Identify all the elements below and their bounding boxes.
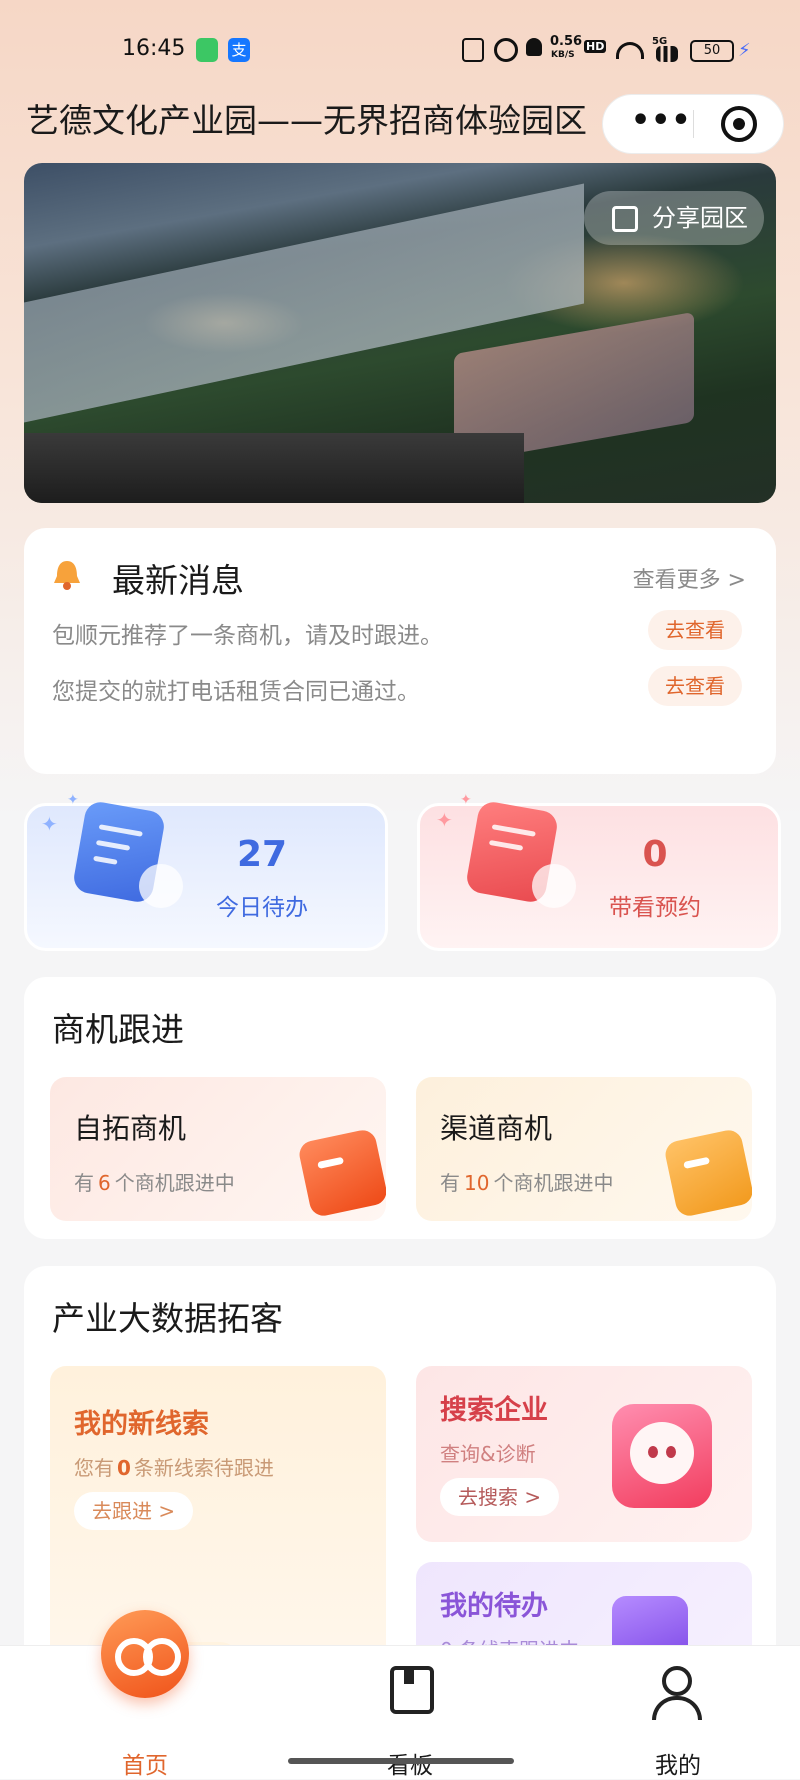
mini-program-capsule: ••• (602, 94, 784, 154)
tasks-title: 我的待办 (440, 1591, 548, 1622)
network-speed-unit: KB/S (551, 50, 575, 60)
tab-mine-label: 我的 (655, 1753, 701, 1779)
channel-opportunity-tile[interactable]: 渠道商机 有 10 个商机跟进中 (416, 1077, 752, 1221)
battery-level: 50 (703, 43, 721, 58)
network-speed: 0.56 (550, 34, 583, 49)
news-title: 最新消息 (112, 561, 244, 600)
view-more-link[interactable]: 查看更多 > (633, 562, 746, 594)
status-time: 16:45 (122, 36, 186, 61)
close-miniprogram-icon[interactable] (721, 106, 757, 142)
tile-title: 渠道商机 (440, 1112, 553, 1145)
bigdata-section-title: 产业大数据拓客 (52, 1299, 283, 1338)
news-item-text: 包顺元推荐了一条商机，请及时跟进。 (52, 623, 443, 649)
home-infinity-icon (101, 1610, 189, 1698)
tab-home[interactable]: 首页 (45, 1610, 245, 1779)
tile-title: 自拓商机 (74, 1112, 187, 1145)
wallet-icon (662, 1127, 752, 1219)
view-news-button[interactable]: 去查看 (648, 610, 742, 650)
today-todo-card[interactable]: ✦ ✦ 27 今日待办 (24, 792, 388, 951)
banner-rooftops (24, 433, 524, 503)
self-developed-opportunity-tile[interactable]: 自拓商机 有 6 个商机跟进中 (50, 1077, 386, 1221)
share-park-label: 分享园区 (652, 204, 748, 232)
messages-app-icon (196, 38, 218, 62)
alipay-app-icon: 支 (228, 38, 250, 62)
news-item-text: 您提交的就打电话租赁合同已通过。 (52, 679, 420, 705)
appointment-count: 0 (642, 834, 668, 875)
home-indicator[interactable] (288, 1758, 514, 1764)
sparkle-icon: ✦ (67, 792, 79, 808)
tile-subtitle: 有 6 个商机跟进中 (74, 1171, 235, 1195)
capsule-divider (693, 110, 694, 138)
follow-up-button[interactable]: 去跟进 > (74, 1492, 194, 1530)
sparkle-icon: ✦ (460, 792, 472, 808)
battery-icon: 50 (690, 40, 734, 62)
news-item: 您提交的就打电话租赁合同已通过。 去查看 (52, 666, 752, 706)
tab-home-label: 首页 (122, 1753, 168, 1779)
share-icon (612, 206, 638, 232)
user-icon (662, 1666, 692, 1696)
page-title: 艺德文化产业园——无界招商体验园区 (26, 101, 587, 140)
leads-subtitle: 您有 0 条新线索待跟进 (74, 1456, 274, 1480)
wifi-icon (616, 42, 644, 59)
share-park-button[interactable]: 分享园区 (584, 191, 764, 245)
business-section-title: 商机跟进 (52, 1010, 184, 1049)
mute-bell-icon (526, 38, 542, 56)
alarm-icon (494, 38, 518, 62)
tab-mine[interactable]: 我的 (578, 1646, 778, 1779)
status-bar: 16:45 支 0.56 KB/S HD 5G 50 ⚡ (0, 30, 800, 70)
park-banner-image[interactable]: 分享园区 (24, 163, 776, 503)
nav-bar: 艺德文化产业园——无界招商体验园区 ••• (0, 88, 800, 154)
sparkle-icon: ✦ (436, 808, 453, 832)
go-search-button[interactable]: 去搜索 > (440, 1478, 560, 1516)
tile-subtitle: 有 10 个商机跟进中 (440, 1171, 614, 1195)
user-icon-body (652, 1696, 702, 1720)
leads-title: 我的新线索 (74, 1409, 209, 1440)
bell-icon (54, 561, 80, 590)
hd-badge: HD (584, 40, 607, 53)
search-enterprise-tile[interactable]: 搜索企业 查询&诊断 去搜索 > (416, 1366, 752, 1542)
today-todo-label: 今日待办 (216, 895, 308, 921)
today-todo-count: 27 (236, 834, 288, 875)
view-news-button[interactable]: 去查看 (648, 666, 742, 706)
business-followup-card: 商机跟进 自拓商机 有 6 个商机跟进中 渠道商机 有 10 个商机跟进中 (24, 977, 776, 1239)
wallet-icon (296, 1127, 386, 1219)
check-badge-icon (139, 864, 183, 908)
nfc-icon (462, 38, 484, 62)
news-item: 包顺元推荐了一条商机，请及时跟进。 去查看 (52, 610, 752, 650)
chat-bubble-icon (612, 1404, 712, 1508)
viewing-appointment-card[interactable]: ✦ ✦ 0 带看预约 (417, 792, 781, 951)
charging-icon: ⚡ (738, 40, 751, 61)
more-menu-icon[interactable]: ••• (631, 103, 692, 138)
sparkle-icon: ✦ (41, 812, 58, 836)
appointment-label: 带看预约 (609, 895, 701, 921)
latest-news-card: 最新消息 查看更多 > 包顺元推荐了一条商机，请及时跟进。 去查看 您提交的就打… (24, 528, 776, 774)
search-subtitle: 查询&诊断 (440, 1442, 536, 1466)
signal-bars-icon (656, 46, 678, 62)
bookmark-board-icon (390, 1666, 434, 1714)
eye-badge-icon (532, 864, 576, 908)
search-title: 搜索企业 (440, 1395, 548, 1426)
